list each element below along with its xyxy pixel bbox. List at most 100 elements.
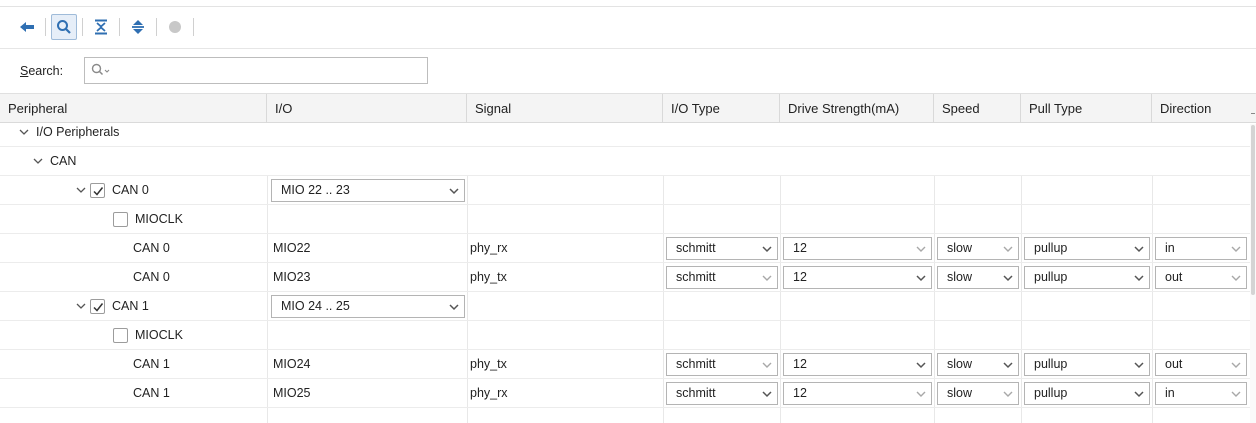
chevron-down-icon[interactable] (32, 155, 44, 167)
search-row: Search: (0, 54, 440, 86)
chevron-down-icon (1134, 362, 1144, 369)
back-arrow-icon (20, 22, 34, 32)
tree-row-can0[interactable]: CAN 0 MIO 22 .. 23 (0, 176, 1250, 205)
direction-select[interactable]: in (1155, 237, 1247, 260)
speed-value: slow (947, 386, 973, 400)
can1-mio-select[interactable]: MIO 24 .. 25 (271, 295, 465, 318)
can0-mioclk-checkbox[interactable] (113, 211, 128, 227)
pull-type-select[interactable]: pullup (1024, 353, 1150, 376)
speed-value: slow (947, 270, 973, 284)
can0-mio-select[interactable]: MIO 22 .. 23 (271, 179, 465, 202)
disabled-action-button[interactable] (162, 14, 188, 40)
can1-mioclk-checkbox[interactable] (113, 327, 128, 343)
pull-type-value: pullup (1034, 241, 1068, 255)
cell-signal: phy_rx (470, 386, 508, 400)
direction-select[interactable]: out (1155, 266, 1247, 289)
speed-value: slow (947, 241, 973, 255)
table-row[interactable]: CAN 1 MIO25 phy_rx schmitt 12 slow pullu… (0, 379, 1250, 408)
cell-peripheral: CAN 0 (133, 241, 170, 255)
chevron-down-icon (916, 246, 926, 252)
drive-strength-value: 12 (793, 241, 807, 255)
back-button[interactable] (14, 14, 40, 40)
chevron-down-icon (1134, 391, 1144, 398)
chevron-down-icon (1134, 275, 1144, 282)
collapse-all-icon (95, 19, 107, 35)
direction-select[interactable]: in (1155, 382, 1247, 405)
cell-io: MIO23 (273, 270, 311, 284)
table-row[interactable]: CAN 0 MIO22 phy_rx schmitt 12 slow pullu… (0, 234, 1250, 263)
tree-label-io-peripherals: I/O Peripherals (36, 125, 120, 139)
chevron-down-icon (762, 391, 772, 398)
pull-type-value: pullup (1034, 386, 1068, 400)
chevron-down-icon (1231, 246, 1241, 252)
circle-icon (169, 21, 181, 33)
io-type-select[interactable]: schmitt (666, 266, 778, 289)
direction-value: in (1165, 241, 1175, 255)
cell-io: MIO22 (273, 241, 311, 255)
chevron-down-icon[interactable] (18, 126, 30, 138)
chevron-down-icon[interactable] (75, 184, 87, 196)
chevron-down-icon (449, 188, 459, 195)
toolbar-divider (0, 48, 1256, 49)
speed-select[interactable]: slow (937, 237, 1019, 260)
chevron-down-icon (762, 275, 772, 281)
speed-value: slow (947, 357, 973, 371)
pull-type-select[interactable]: pullup (1024, 266, 1150, 289)
expand-all-button[interactable] (125, 14, 151, 40)
direction-value: in (1165, 386, 1175, 400)
cell-peripheral: CAN 1 (133, 357, 170, 371)
speed-select[interactable]: slow (937, 266, 1019, 289)
pull-type-select[interactable]: pullup (1024, 382, 1150, 405)
collapse-all-button[interactable] (88, 14, 114, 40)
can1-enable-checkbox[interactable] (90, 298, 105, 314)
can0-enable-checkbox[interactable] (90, 182, 105, 198)
table-row[interactable]: CAN 1 MIO24 phy_tx schmitt 12 slow pullu… (0, 350, 1250, 379)
io-type-select[interactable]: schmitt (666, 237, 778, 260)
toolbar-separator (45, 18, 46, 36)
speed-select[interactable]: slow (937, 353, 1019, 376)
speed-select[interactable]: slow (937, 382, 1019, 405)
chevron-down-icon (1231, 391, 1241, 397)
cell-peripheral: CAN 0 (133, 270, 170, 284)
tree-label-can: CAN (50, 154, 77, 168)
search-dropdown-icon[interactable] (91, 63, 111, 77)
search-field[interactable] (84, 57, 428, 84)
tree-row-io-peripherals[interactable]: I/O Peripherals (0, 118, 1250, 147)
can1-mio-value: MIO 24 .. 25 (281, 299, 350, 313)
search-toggle-button[interactable] (51, 14, 77, 40)
io-type-select[interactable]: schmitt (666, 382, 778, 405)
chevron-down-icon (1231, 275, 1241, 281)
drive-strength-select[interactable]: 12 (783, 382, 932, 405)
pull-type-value: pullup (1034, 270, 1068, 284)
tree-row-can1[interactable]: CAN 1 MIO 24 .. 25 (0, 292, 1250, 321)
drive-strength-value: 12 (793, 357, 807, 371)
tree-row-can[interactable]: CAN (0, 147, 1250, 176)
drive-strength-select[interactable]: 12 (783, 266, 932, 289)
drive-strength-select[interactable]: 12 (783, 353, 932, 376)
io-type-select[interactable]: schmitt (666, 353, 778, 376)
table-row[interactable]: CAN 0 MIO23 phy_tx schmitt 12 slow pullu… (0, 263, 1250, 292)
can0-label: CAN 0 (112, 183, 149, 197)
search-input[interactable] (115, 60, 415, 80)
chevron-down-icon (916, 275, 926, 282)
chevron-down-icon (449, 304, 459, 311)
direction-select[interactable]: out (1155, 353, 1247, 376)
search-icon (57, 20, 71, 34)
pull-type-select[interactable]: pullup (1024, 237, 1150, 260)
drive-strength-value: 12 (793, 386, 807, 400)
io-type-value: schmitt (676, 386, 716, 400)
pull-type-value: pullup (1034, 357, 1068, 371)
drive-strength-value: 12 (793, 270, 807, 284)
cell-io: MIO25 (273, 386, 311, 400)
tree-row-can0-mioclk[interactable]: MIOCLK (0, 205, 1250, 234)
chevron-down-icon (1003, 275, 1013, 282)
chevron-down-icon[interactable] (75, 300, 87, 312)
scrollbar-thumb[interactable] (1251, 125, 1255, 295)
can1-label: CAN 1 (112, 299, 149, 313)
chevron-down-icon (1134, 246, 1144, 253)
drive-strength-select[interactable]: 12 (783, 237, 932, 260)
chevron-down-icon (1003, 246, 1013, 252)
tree-row-can1-mioclk[interactable]: MIOCLK (0, 321, 1250, 350)
chevron-down-icon (762, 362, 772, 368)
search-label: Search: (20, 64, 64, 78)
